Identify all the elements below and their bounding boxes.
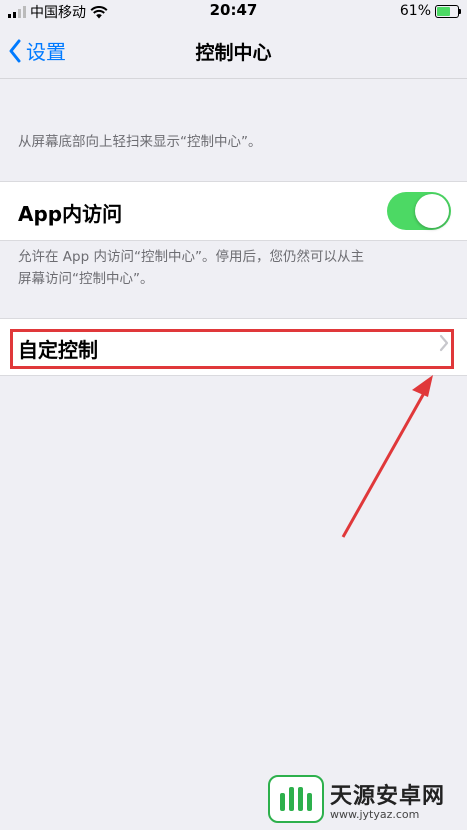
status-bar: 中国移动 20:47 61% <box>0 0 467 22</box>
customize-controls-row[interactable]: 自定控制 <box>0 318 467 376</box>
annotation-arrow <box>341 375 433 538</box>
access-footer-line1: 允许在 App 内访问“控制中心”。停用后，您仍然可以从主 <box>18 249 364 265</box>
battery-icon <box>435 4 461 18</box>
navigation-bar: 设置 控制中心 <box>0 22 467 79</box>
status-time: 20:47 <box>209 1 258 19</box>
watermark-name: 天源安卓网 <box>330 783 446 809</box>
watermark: 天源安卓网 www.jytyaz.com <box>268 775 445 823</box>
access-in-apps-toggle[interactable] <box>387 192 451 230</box>
chevron-right-icon <box>439 333 449 358</box>
access-footer-text: 允许在 App 内访问“控制中心”。停用后，您仍然可以从主 屏幕访问“控制中心”… <box>18 246 364 290</box>
watermark-url: www.jytyaz.com <box>330 807 420 821</box>
watermark-text: 天源安卓网 www.jytyaz.com <box>330 778 445 821</box>
access-in-apps-label: App内访问 <box>18 202 123 226</box>
access-in-apps-row: App内访问 <box>0 181 467 241</box>
toggle-knob <box>415 194 449 228</box>
customize-controls-label: 自定控制 <box>18 338 98 362</box>
battery-group: 61% <box>399 3 461 19</box>
watermark-logo-icon <box>268 775 324 823</box>
page-title: 控制中心 <box>195 42 272 64</box>
battery-percent: 61% <box>399 3 431 19</box>
section-intro-text: 从屏幕底部向上轻扫来显示“控制中心”。 <box>18 134 262 150</box>
access-footer-line2: 屏幕访问“控制中心”。 <box>18 271 154 287</box>
